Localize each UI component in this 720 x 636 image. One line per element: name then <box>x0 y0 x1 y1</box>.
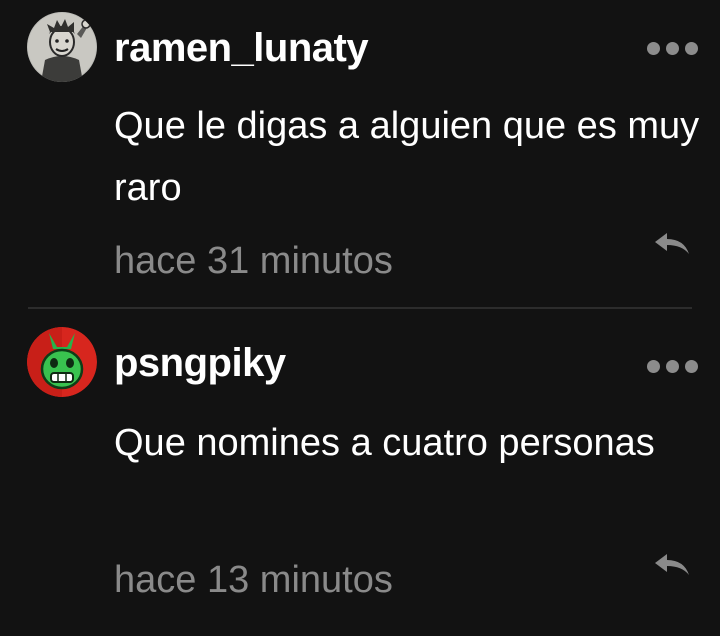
ellipsis-dot-icon <box>666 360 679 373</box>
comment-timestamp: hace 13 minutos <box>114 559 393 601</box>
reply-button[interactable] <box>652 551 692 579</box>
more-options-button[interactable] <box>647 360 698 373</box>
character-avatar-icon <box>27 12 97 82</box>
comment-item: ramen_lunaty Que le digas a alguien que … <box>0 0 720 308</box>
comment-text: Que nomines a cuatro personas <box>114 422 655 464</box>
username[interactable]: ramen_lunaty <box>114 26 369 71</box>
ellipsis-dot-icon <box>685 360 698 373</box>
reply-arrow-icon <box>655 554 689 575</box>
comment-timestamp: hace 31 minutos <box>114 240 393 282</box>
ellipsis-dot-icon <box>685 42 698 55</box>
more-options-button[interactable] <box>647 42 698 55</box>
username[interactable]: psngpiky <box>114 341 286 386</box>
comment-item: psngpiky Que nomines a cuatro personas h… <box>0 309 720 636</box>
ellipsis-dot-icon <box>666 42 679 55</box>
avatar[interactable] <box>27 12 97 82</box>
ellipsis-dot-icon <box>647 42 660 55</box>
avatar[interactable] <box>27 327 97 397</box>
ellipsis-dot-icon <box>647 360 660 373</box>
reply-arrow-icon <box>655 233 689 254</box>
comment-text: Que le digas a alguien que es muy raro <box>114 105 700 209</box>
character-avatar-icon <box>27 327 97 397</box>
reply-button[interactable] <box>652 230 692 258</box>
